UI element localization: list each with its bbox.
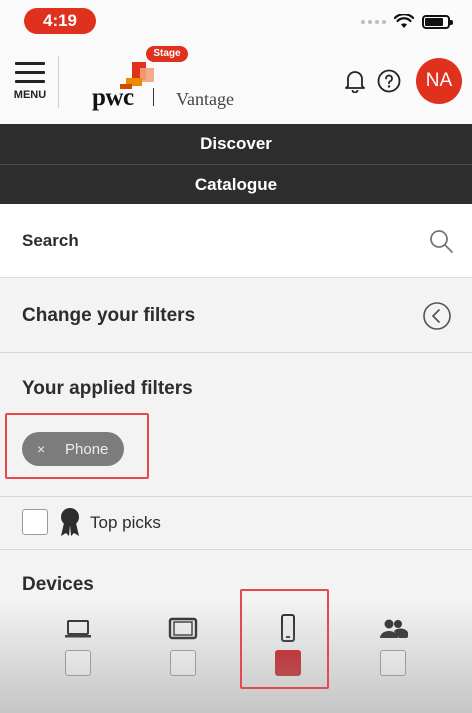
change-filters-label: Change your filters [22, 305, 196, 326]
top-picks-checkbox[interactable] [22, 509, 48, 535]
signal-icon [361, 20, 386, 24]
highlight-box [240, 589, 329, 689]
user-avatar[interactable]: NA [416, 58, 462, 104]
help-button[interactable] [376, 68, 402, 94]
search-icon[interactable] [428, 228, 454, 254]
pwc-vantage-logo[interactable]: Stage pwc Vantage [90, 44, 250, 114]
search-row [0, 204, 472, 278]
device-option-people[interactable] [373, 614, 413, 676]
search-input[interactable] [22, 224, 402, 258]
discover-bar[interactable]: Discover [0, 124, 472, 164]
pwc-wordmark: pwc [92, 84, 134, 111]
people-checkbox[interactable] [380, 650, 406, 676]
device-option-tablet[interactable] [163, 614, 203, 676]
laptop-icon [65, 620, 91, 638]
tablet-icon [168, 617, 198, 640]
people-icon [380, 619, 408, 638]
laptop-checkbox[interactable] [65, 650, 91, 676]
product-name: Vantage [176, 89, 234, 109]
hamburger-icon [15, 62, 45, 65]
wifi-icon [394, 14, 414, 28]
highlight-box [5, 413, 149, 479]
status-bar: 4:19 [0, 0, 472, 40]
bell-icon [345, 71, 365, 93]
applied-filters-heading: Your applied filters [22, 378, 193, 399]
notifications-button[interactable] [342, 68, 368, 94]
logo-separator [153, 88, 154, 106]
menu-label: MENU [13, 89, 47, 101]
top-picks-row: Top picks [0, 497, 472, 549]
header-actions: NA [342, 58, 462, 104]
top-picks-label: Top picks [90, 513, 161, 532]
status-time: 4:19 [24, 8, 96, 34]
catalogue-bar[interactable]: Catalogue [0, 164, 472, 204]
menu-button[interactable]: MENU [10, 62, 50, 108]
app-header: MENU Stage pwc Vantage NA [0, 40, 472, 124]
device-option-laptop[interactable] [58, 614, 98, 676]
chevron-left-circle-icon[interactable] [422, 301, 452, 331]
status-icons [361, 12, 453, 32]
divider [0, 549, 472, 550]
stage-badge: Stage [146, 46, 188, 62]
devices-heading: Devices [22, 574, 94, 595]
help-icon [377, 69, 401, 93]
header-divider [58, 56, 59, 108]
award-ribbon-icon [61, 508, 79, 536]
change-filters-row[interactable]: Change your filters [0, 279, 472, 353]
battery-icon [422, 15, 453, 29]
tablet-checkbox[interactable] [170, 650, 196, 676]
